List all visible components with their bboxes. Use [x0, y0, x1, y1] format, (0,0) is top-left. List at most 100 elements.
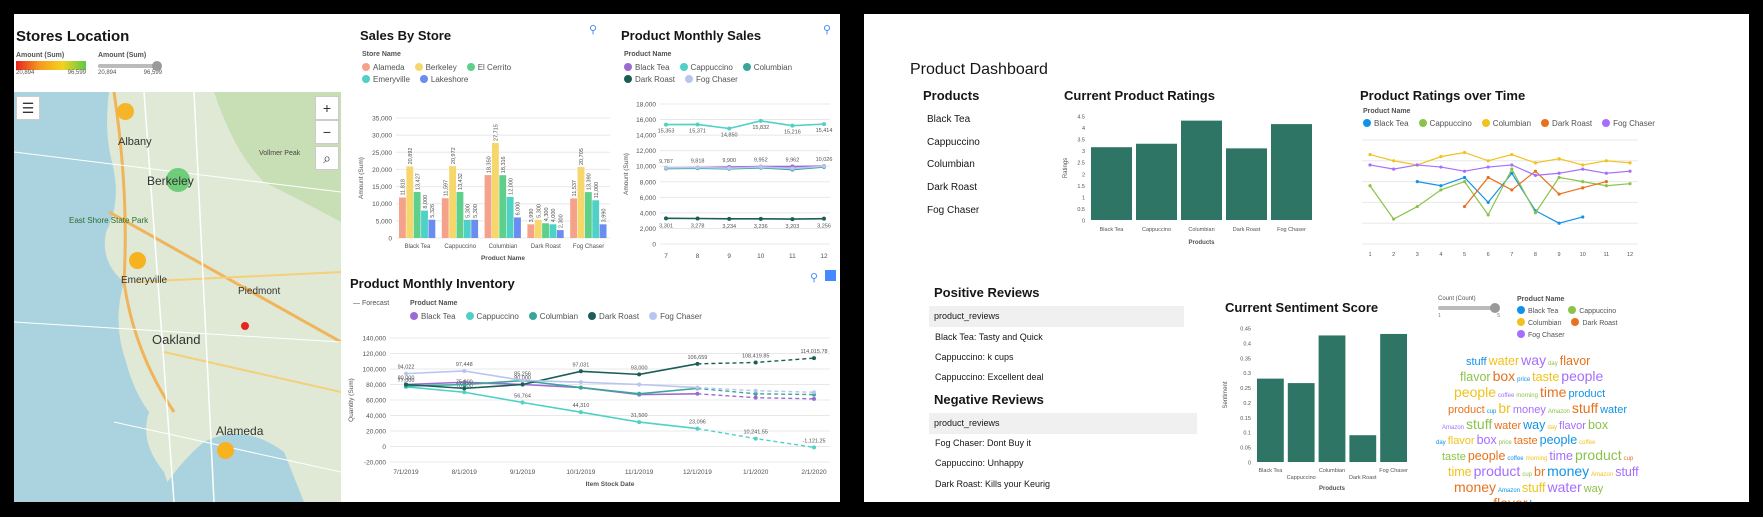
zoom-in-button[interactable]: + — [315, 96, 339, 120]
word: water — [1600, 404, 1627, 416]
product-item[interactable]: Black Tea — [927, 114, 1027, 137]
legend-item[interactable]: Berkeley — [414, 63, 457, 72]
ratings-title: Current Product Ratings — [1064, 88, 1215, 103]
y-tick-label: 20,000 — [372, 167, 392, 174]
insight-icon[interactable]: ⚲ — [810, 271, 818, 284]
word: way — [1523, 418, 1546, 432]
word: coffee — [1579, 440, 1596, 446]
dashboard-title: Product Dashboard — [910, 61, 1048, 78]
legend-item[interactable]: Columbian — [528, 312, 579, 321]
y-tick-label: 3 — [1082, 149, 1085, 155]
store-marker-lakeshore[interactable] — [241, 322, 249, 330]
legend-item[interactable]: Columbian — [742, 63, 792, 72]
store-legend-title: Store Name — [362, 51, 401, 58]
data-point — [727, 166, 732, 171]
word: product — [1448, 404, 1485, 416]
bar-value-label: 5,300 — [473, 204, 479, 218]
positive-row[interactable]: Black Tea: Tasty and Quick — [935, 332, 1043, 342]
legend-item[interactable]: Lakeshore — [419, 75, 469, 84]
legend-item[interactable]: Fog Chaser — [685, 75, 738, 84]
legend-item[interactable]: Emeryville — [362, 75, 410, 84]
product-item[interactable]: Cappuccino — [927, 137, 1027, 160]
product-item[interactable]: Columbian — [927, 159, 1027, 182]
data-label: 94,022 — [398, 365, 415, 371]
bar-value-label: 13,427 — [415, 173, 421, 190]
legend-item[interactable]: Cappuccino — [679, 63, 733, 72]
legend-item[interactable]: Cappuccino — [465, 312, 519, 321]
y-axis-title: Ratings — [1063, 158, 1069, 178]
legend-item[interactable]: Dark Roast — [624, 75, 675, 84]
map-canvas[interactable]: Albany Berkeley East Shore State Park Em… — [14, 92, 341, 502]
negative-row[interactable]: Fog Chaser: Dont Buy it — [935, 438, 1031, 448]
legend-swatch — [685, 75, 694, 83]
insight-icon[interactable]: ⚲ — [589, 23, 597, 36]
data-label: 9,818 — [691, 159, 705, 165]
data-label: 93,000 — [631, 365, 648, 371]
y-tick-label: 5,000 — [376, 218, 393, 225]
word: day — [1436, 440, 1446, 446]
legend-item[interactable]: Cappuccino — [1568, 306, 1616, 315]
color-max: 96,599 — [67, 70, 86, 76]
search-icon: ⌕ — [323, 149, 331, 166]
word: morning — [1516, 393, 1538, 399]
legend-item[interactable]: Fog Chaser — [1517, 330, 1565, 339]
legend-label: Cappuccino — [1579, 308, 1617, 315]
legend-item[interactable]: Black Tea — [624, 63, 670, 72]
negative-row[interactable]: Cappuccino: Unhappy — [935, 458, 1024, 468]
positive-header[interactable]: product_reviews — [929, 306, 1184, 327]
legend-item[interactable]: Dark Roast — [1571, 318, 1617, 327]
chart-type-button[interactable] — [825, 270, 836, 281]
bar — [484, 175, 492, 238]
data-point — [695, 391, 700, 396]
bar-value-label: 2,300 — [559, 214, 565, 228]
count-label: Count (Count) — [1438, 296, 1476, 302]
product-item[interactable]: Dark Roast — [927, 182, 1027, 205]
data-label: 15,832 — [752, 125, 769, 131]
positive-row[interactable]: Cappuccino: k cups — [935, 352, 1014, 362]
legend-item[interactable]: Fog Chaser — [649, 312, 702, 321]
y-tick-label: 0.5 — [1077, 207, 1085, 213]
negative-header[interactable]: product_reviews — [929, 413, 1197, 434]
store-marker-emeryville[interactable] — [129, 252, 146, 269]
bar-value-label: 6,000 — [516, 202, 522, 216]
positive-row[interactable]: Cappuccino: Excellent deal — [935, 372, 1044, 382]
count-slider[interactable] — [1438, 303, 1518, 313]
word: stuff — [1615, 465, 1639, 479]
store-marker-albany[interactable] — [117, 103, 134, 120]
map-search-button[interactable]: ⌕ — [315, 146, 339, 170]
legend-label: Columbian — [539, 312, 579, 321]
data-label: 108,419.85 — [742, 353, 770, 359]
bar — [449, 166, 457, 238]
count-min: 1 — [1438, 313, 1441, 319]
y-tick-label: 4.5 — [1077, 115, 1085, 121]
legend-label: Lakeshore — [430, 75, 469, 84]
legend-item[interactable]: Black Tea — [410, 312, 456, 321]
legend-item[interactable]: Alameda — [362, 63, 405, 72]
data-point — [812, 445, 816, 450]
negative-row[interactable]: Dark Roast: Kills your Keurig — [935, 479, 1050, 489]
word: flavor — [1559, 354, 1591, 368]
product-item[interactable]: Fog Chaser — [927, 205, 1027, 228]
word: cup — [1486, 409, 1497, 415]
legend-item[interactable]: Columbian — [1517, 318, 1561, 327]
data-label: 114,015.78 — [800, 349, 827, 355]
x-tick-label: 1 — [1368, 252, 1371, 258]
layers-button[interactable]: ☰ — [16, 96, 40, 120]
legend-item[interactable]: Dark Roast — [588, 312, 639, 321]
store-marker-alameda[interactable] — [217, 442, 234, 459]
bar — [413, 191, 421, 238]
insight-icon[interactable]: ⚲ — [823, 23, 831, 36]
x-tick-label: 9 — [727, 253, 731, 260]
y-tick-label: 10,000 — [372, 201, 392, 208]
word: Amazon — [1547, 409, 1570, 415]
legend-label: Black Tea — [635, 63, 670, 72]
data-point — [637, 420, 642, 425]
legend-item[interactable]: El Cerrito — [466, 63, 511, 72]
x-tick-label: Columbian — [1188, 227, 1214, 233]
zoom-out-button[interactable]: − — [315, 120, 339, 144]
data-point — [637, 382, 642, 387]
legend-label: Fog Chaser — [660, 312, 702, 321]
legend-item[interactable]: Black Tea — [1517, 306, 1558, 315]
size-slider[interactable] — [98, 61, 168, 71]
word: taste — [1442, 451, 1466, 463]
